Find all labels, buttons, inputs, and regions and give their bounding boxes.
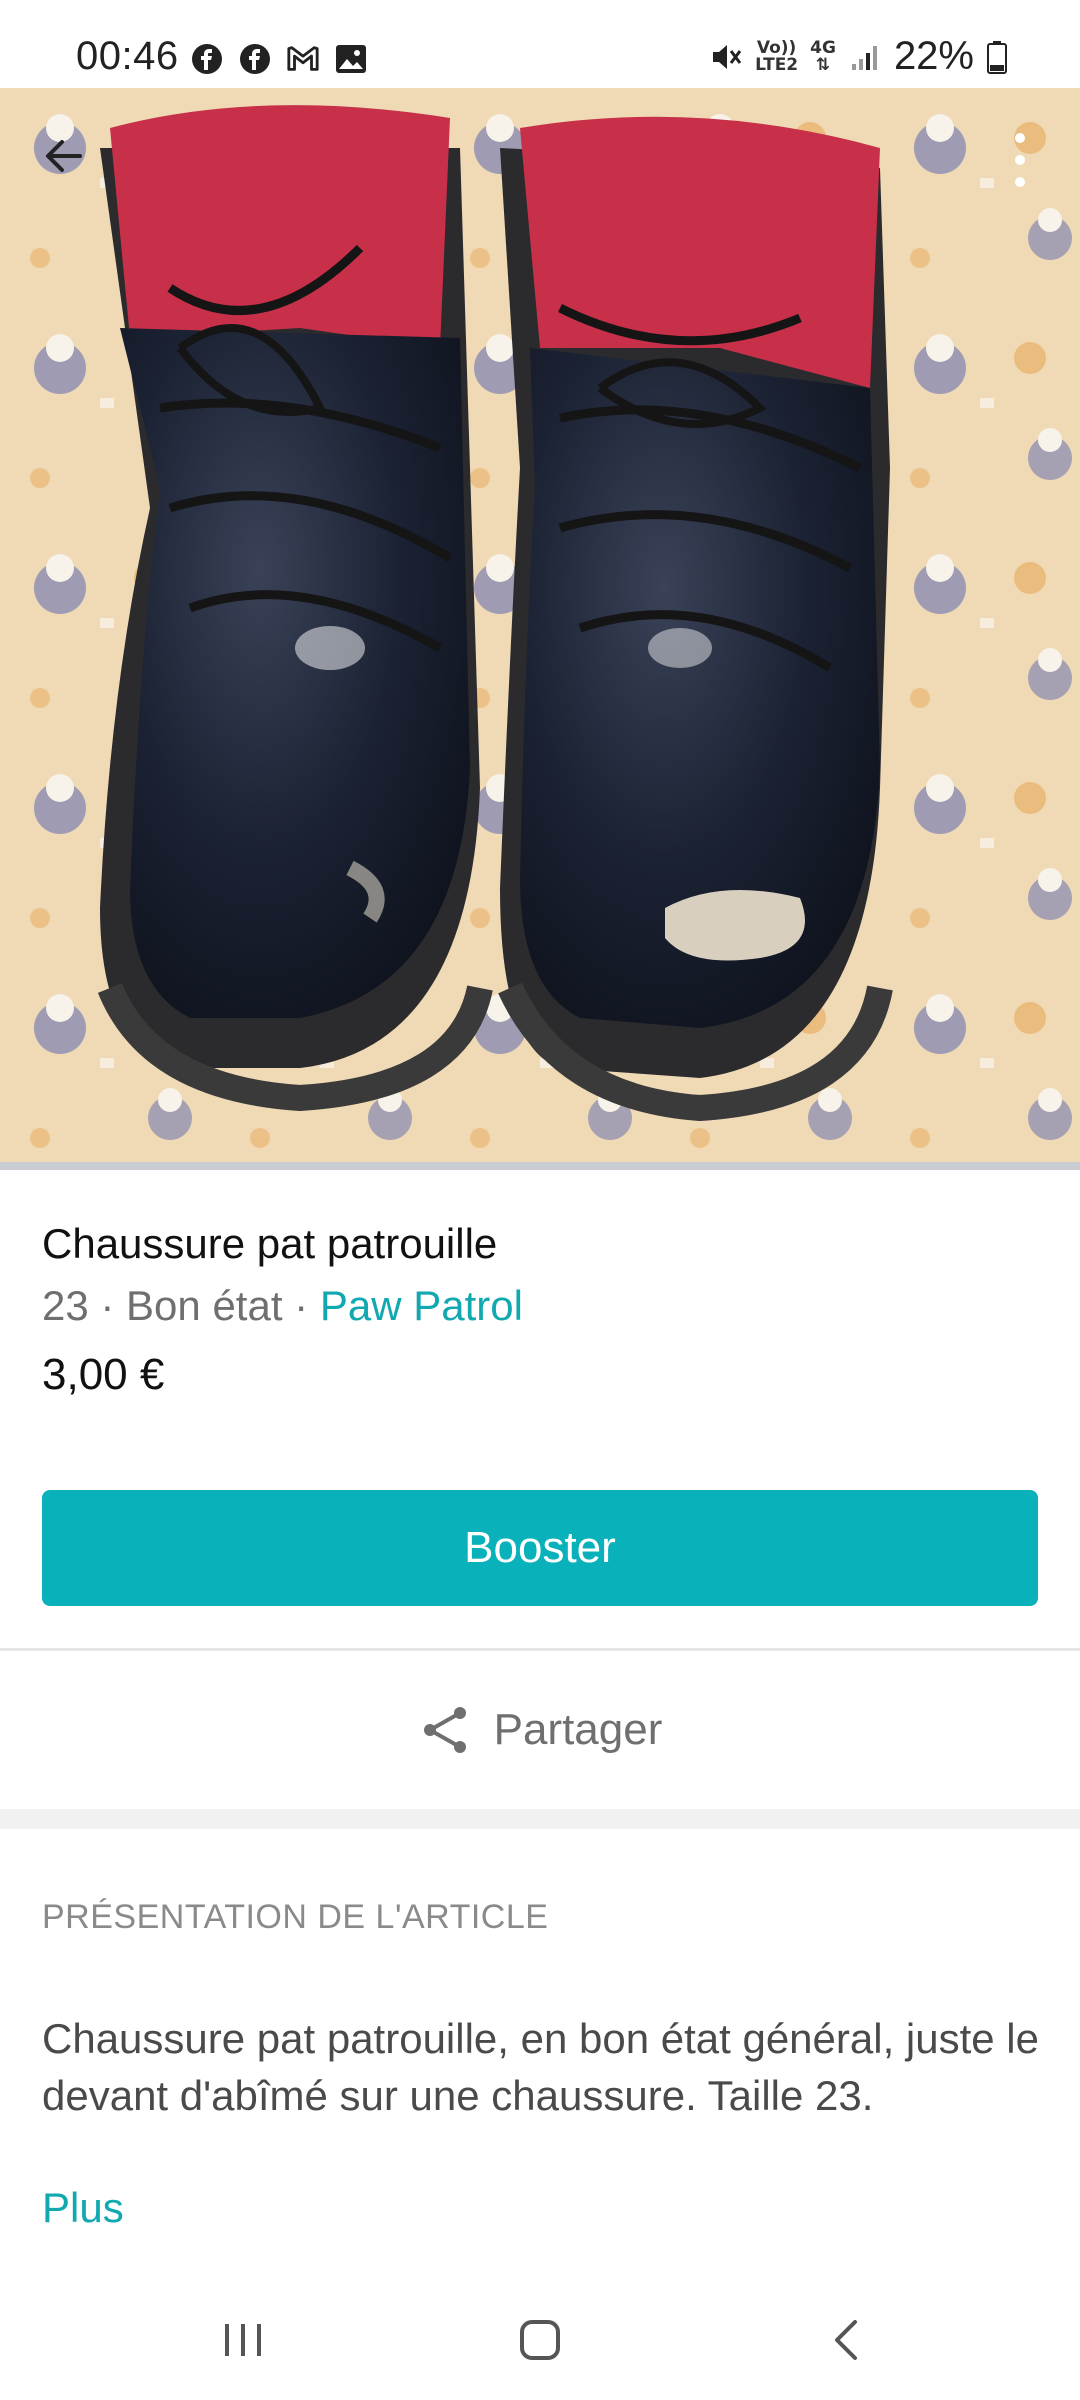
chevron-left-icon [835,2320,857,2360]
mute-icon [709,40,743,74]
share-label: Partager [493,1705,663,1754]
product-image[interactable] [0,88,1080,1170]
arrow-left-icon [46,140,82,172]
battery-percent: 22% [893,34,974,78]
more-options-button[interactable] [1000,128,1040,192]
meta-separator: · [88,1282,127,1329]
share-icon [418,1703,472,1757]
item-brand-link[interactable]: Paw Patrol [320,1282,523,1329]
gmail-icon [286,42,320,76]
boots-photo [0,88,1080,1170]
data-arrows-icon: ⇅ [815,54,831,75]
item-price: 3,00 € [42,1350,165,1399]
facebook-icon [190,42,224,76]
status-bar: 00:46 Vo)) LTE2 4G ⇅ 22% [0,0,1080,88]
meta-separator: · [282,1282,320,1329]
status-time: 00:46 [76,34,179,78]
system-status: Vo)) LTE2 4G ⇅ 22% [709,34,1008,79]
network-type-indicator: 4G ⇅ [810,37,836,75]
volte-indicator: Vo)) LTE2 [755,37,799,75]
item-description: Chaussure pat patrouille, en bon état gé… [42,2015,1039,2119]
recent-apps-button[interactable] [203,2310,283,2370]
battery-icon [986,40,1008,74]
item-title: Chaussure pat patrouille [42,1220,498,1267]
share-button[interactable]: Partager [0,1651,1080,1809]
notification-icons [190,42,368,76]
back-nav-button[interactable] [806,2310,886,2370]
booster-button[interactable]: Booster [42,1490,1038,1606]
signal-icon [848,40,882,74]
section-separator [0,1809,1080,1829]
system-nav-bar [0,2280,1080,2400]
kebab-menu-icon [1015,133,1025,187]
item-condition: Bon état [126,1282,283,1329]
gallery-icon [334,42,368,76]
back-button[interactable] [36,128,92,184]
home-icon [520,2320,560,2360]
section-heading: PRÉSENTATION DE L'ARTICLE [42,1898,549,1936]
item-size: 23 [42,1282,89,1329]
item-meta: 23 · Bon état · Paw Patrol [42,1282,523,1330]
recent-apps-icon [225,2324,261,2356]
show-more-link[interactable]: Plus [42,2184,124,2232]
home-button[interactable] [500,2310,580,2370]
facebook-icon [238,42,272,76]
